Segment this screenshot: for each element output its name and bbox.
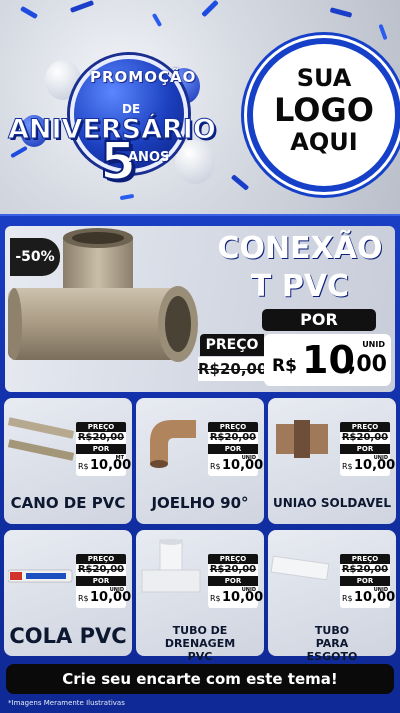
unit: MT [115, 455, 124, 461]
confetti [10, 145, 28, 159]
hero-title-line-2: T PVC [250, 269, 350, 304]
new-price: R$ 10,00 UNID [76, 586, 131, 608]
hero-currency: R$ [272, 356, 297, 376]
unit: UNID [373, 587, 388, 593]
drain-tee-image [141, 539, 201, 593]
preco-label: PREÇO [76, 554, 126, 564]
hero-por-label: POR [262, 309, 376, 331]
price-tag: PREÇO R$20,00 POR R$ 10,00 MT [76, 422, 131, 476]
new-price: R$ 10,00 UNID [208, 454, 263, 476]
sewer-pipe-image [270, 555, 330, 581]
preco-label: PREÇO [76, 422, 126, 432]
product-card: PREÇO R$20,00 POR R$ 10,00 MT CANO DE PV… [4, 398, 132, 524]
product-name: TUBO DE DRENAGEM PVC [164, 624, 236, 663]
confetti [119, 193, 135, 201]
hero-price-integer: 10 [302, 338, 355, 382]
por-label: POR [76, 576, 126, 586]
elbow-image [150, 420, 196, 468]
old-price: R$20,00 [76, 432, 126, 444]
product-name: JOELHO 90° [151, 494, 249, 512]
disclaimer: *Imagens Meramente Ilustrativas [8, 699, 125, 707]
hero-unit: UNID [362, 340, 385, 349]
anniversary-badge: PROMOÇÃO DE ANIVERSÁRIO 5 ANOS [8, 30, 230, 193]
product-card: PREÇO R$20,00 POR R$ 10,00 UNID TUBO PAR… [268, 530, 396, 663]
logo-line-2: LOGO [274, 91, 374, 129]
currency: R$ [210, 462, 221, 471]
confetti [151, 12, 163, 28]
cta-banner[interactable]: Crie seu encarte com este tema! [6, 664, 394, 694]
old-price: R$20,00 [340, 432, 390, 444]
unit: UNID [373, 455, 388, 461]
preco-label: PREÇO [340, 554, 390, 564]
product-card: PREÇO R$20,00 POR R$ 10,00 UNID TUBO DE … [136, 530, 264, 663]
confetti [378, 23, 388, 41]
product-card: PREÇO R$20,00 POR R$ 10,00 UNID JOELHO 9… [136, 398, 264, 524]
product-name: UNIAO SOLDAVEL [273, 496, 391, 510]
new-price: R$ 10,00 UNID [340, 586, 395, 608]
discount-badge: -50% [10, 238, 60, 276]
new-price: R$ 10,00 MT [76, 454, 131, 476]
preco-label: PREÇO [208, 422, 258, 432]
badge-promo-text: PROMOÇÃO [90, 68, 197, 86]
old-price: R$20,00 [208, 564, 258, 576]
product-name: COLA PVC [9, 624, 127, 648]
hero-new-price: R$ 10 ,00 UNID [264, 334, 391, 386]
preco-label: PREÇO [340, 422, 390, 432]
product-card: PREÇO R$20,00 POR R$ 10,00 UNID UNIAO SO… [268, 398, 396, 524]
currency: R$ [78, 594, 89, 603]
currency: R$ [342, 594, 353, 603]
currency: R$ [210, 594, 221, 603]
confetti [201, 0, 219, 18]
price-tag: PREÇO R$20,00 POR R$ 10,00 UNID [340, 554, 395, 608]
currency: R$ [78, 462, 89, 471]
product-name: CANO DE PVC [10, 494, 126, 512]
hero-preco-label: PREÇO [200, 334, 264, 356]
unit: UNID [241, 587, 256, 593]
logo-line-1: SUA [296, 64, 352, 92]
price: 10,00 [90, 458, 132, 473]
logo-placeholder: SUA LOGO AQUI [247, 38, 400, 192]
old-price: R$20,00 [208, 432, 258, 444]
price-tag: PREÇO R$20,00 POR R$ 10,00 UNID [208, 422, 263, 476]
unit: UNID [109, 587, 124, 593]
confetti [329, 7, 353, 18]
old-price: R$20,00 [340, 564, 390, 576]
hero-title-line-1: CONEXÃO [217, 231, 383, 266]
product-name: TUBO PARA ESGOTO [306, 624, 358, 663]
preco-label: PREÇO [208, 554, 258, 564]
price-tag: PREÇO R$20,00 POR R$ 10,00 UNID [340, 422, 395, 476]
product-card: PREÇO R$20,00 POR R$ 10,00 UNID COLA PVC [4, 530, 132, 656]
header-banner: PROMOÇÃO DE ANIVERSÁRIO 5 ANOS SUA LOGO … [0, 0, 400, 220]
price-tag: PREÇO R$20,00 POR R$ 10,00 UNID [208, 554, 263, 608]
currency: R$ [342, 462, 353, 471]
por-label: POR [340, 444, 390, 454]
new-price: R$ 10,00 UNID [208, 586, 263, 608]
confetti [69, 0, 95, 13]
union-image [276, 420, 328, 458]
unit: UNID [241, 455, 256, 461]
por-label: POR [208, 576, 258, 586]
new-price: R$ 10,00 UNID [340, 454, 395, 476]
hero-title: CONEXÃO T PVC [210, 230, 390, 306]
hero-price-decimal: ,00 [348, 352, 387, 377]
pipe-image [8, 417, 75, 461]
confetti [230, 174, 250, 191]
hero-old-price: R$20,00 [198, 357, 267, 381]
por-label: POR [340, 576, 390, 586]
por-label: POR [76, 444, 126, 454]
old-price: R$20,00 [76, 564, 126, 576]
badge-anos-text: ANOS [128, 150, 170, 165]
price-tag: PREÇO R$20,00 POR R$ 10,00 UNID [76, 554, 131, 608]
por-label: POR [208, 444, 258, 454]
glue-tube-image [8, 569, 73, 583]
logo-line-3: AQUI [290, 128, 358, 156]
confetti [19, 5, 39, 20]
